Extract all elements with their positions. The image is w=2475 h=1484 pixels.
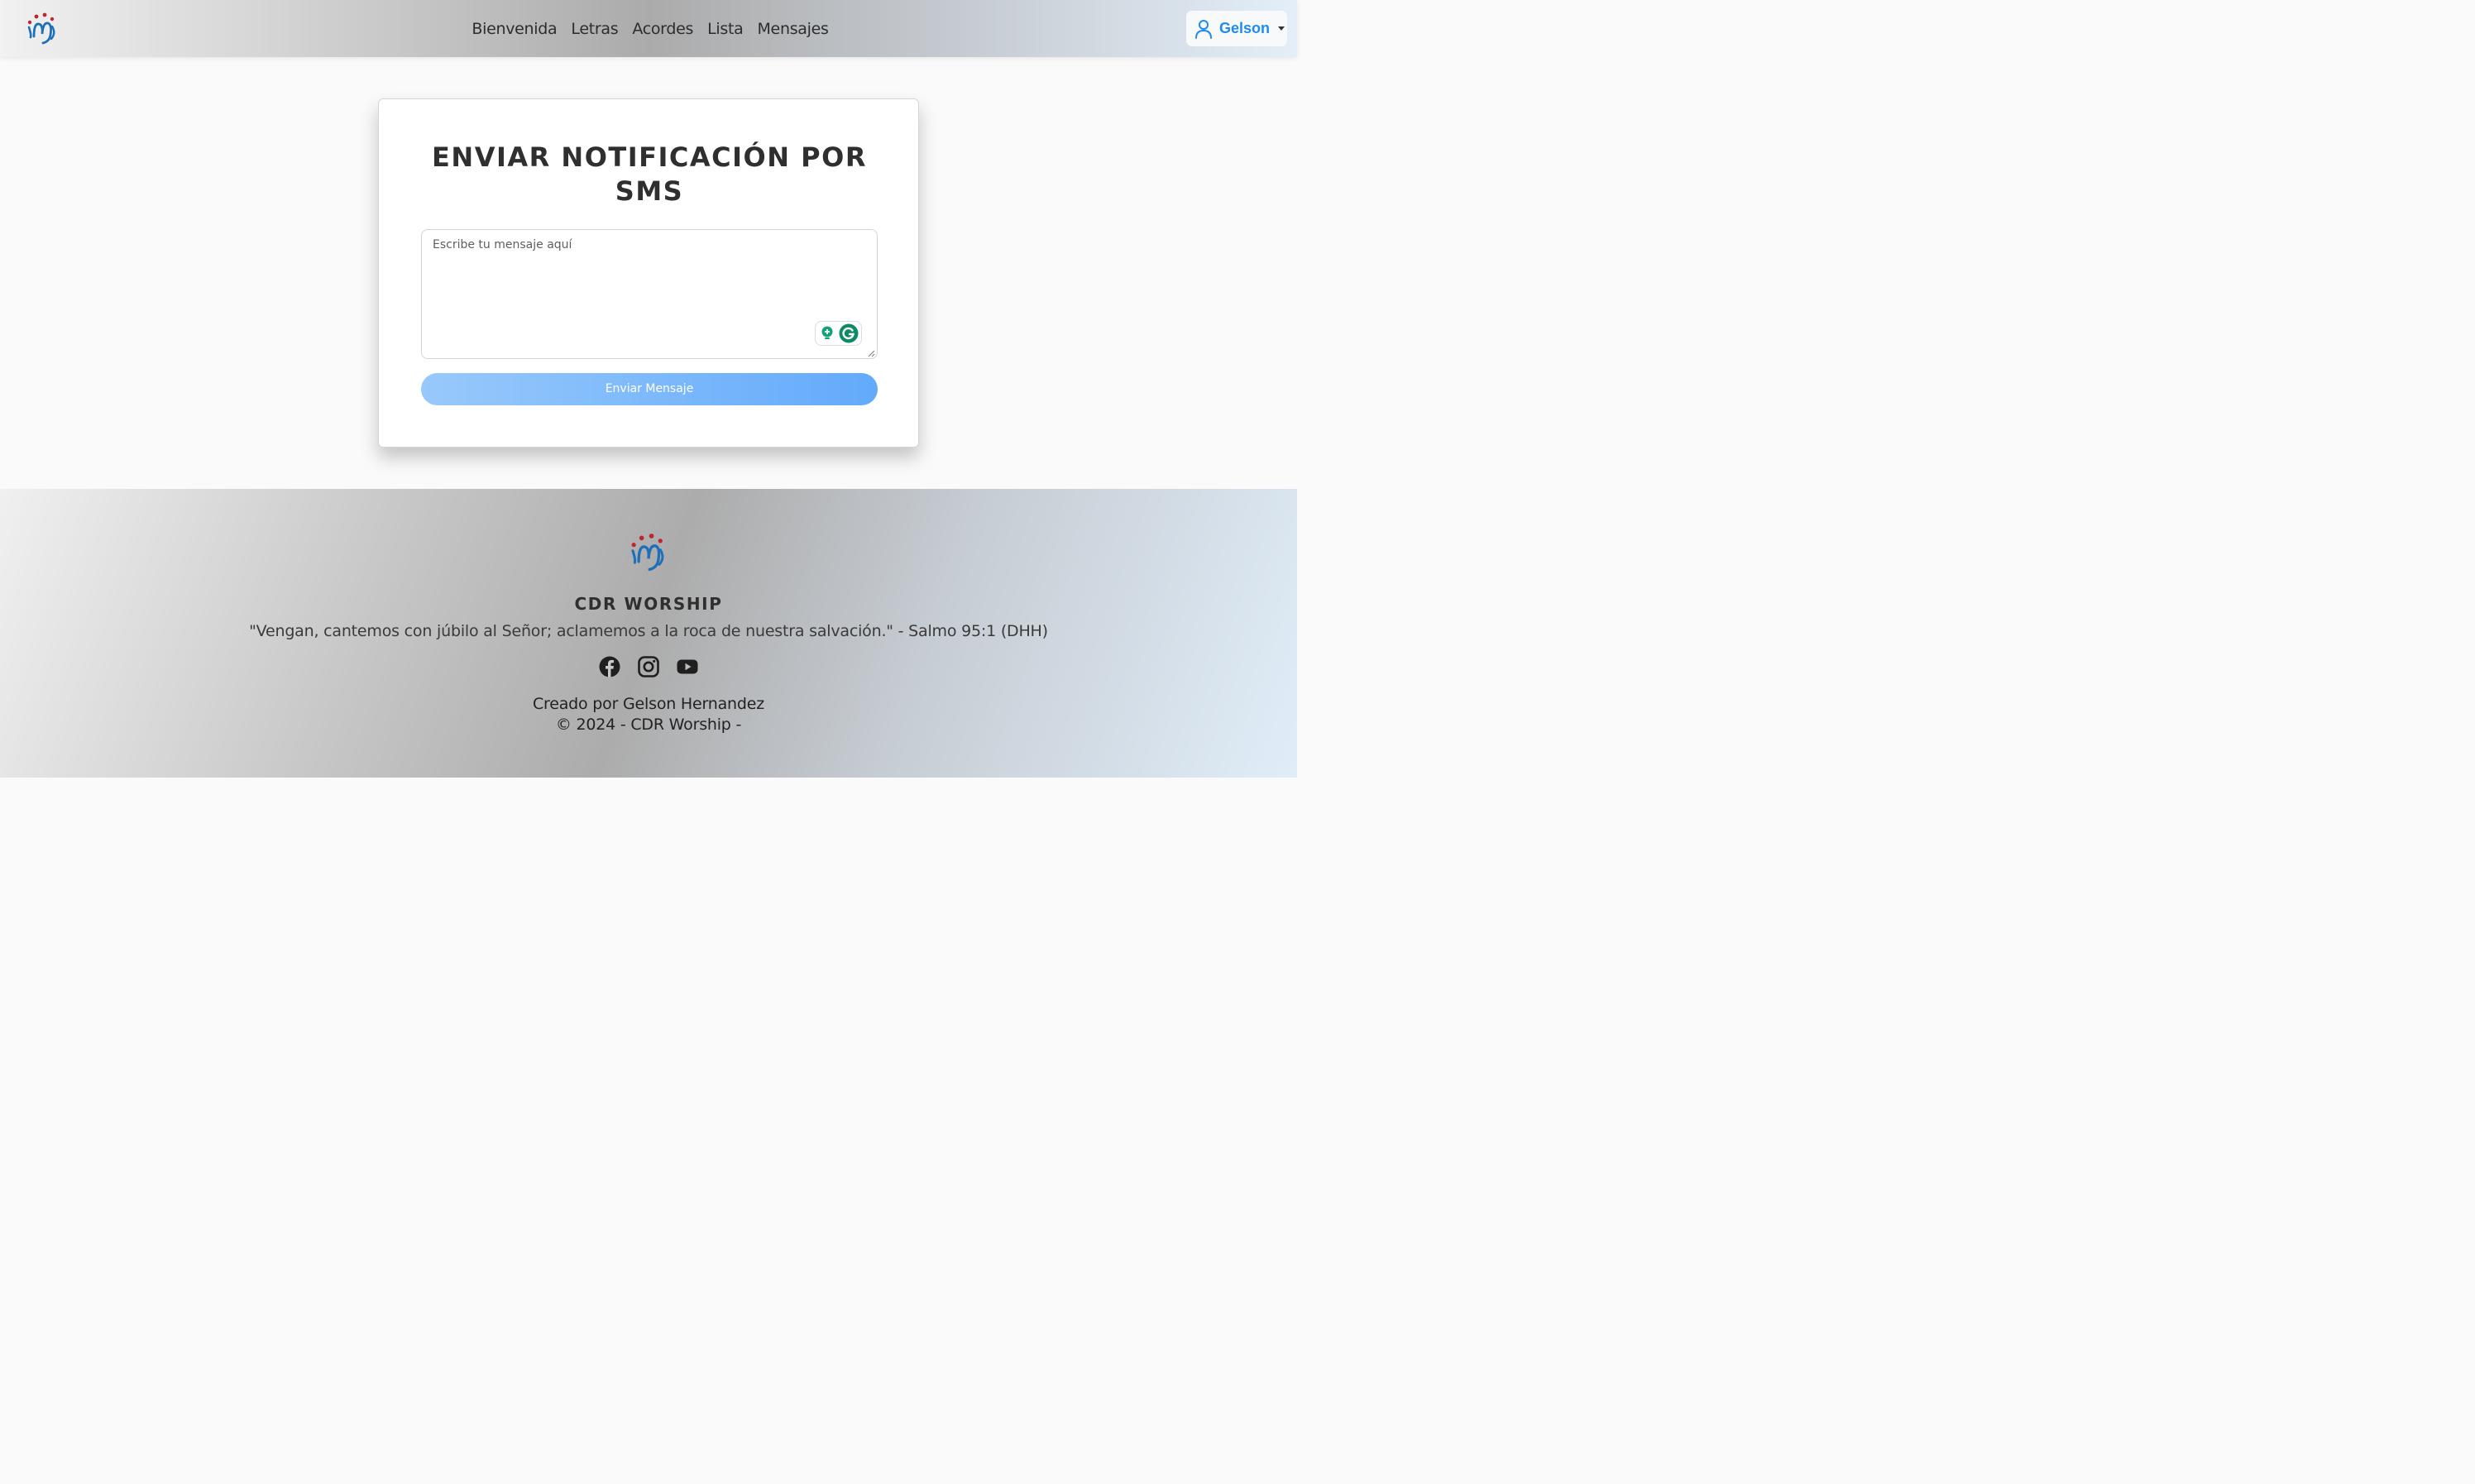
grammarly-icon [839,323,858,343]
footer-title: CDR WORSHIP [574,594,723,614]
instagram-icon[interactable] [638,656,659,677]
footer-credits: Creado por Gelson Hernandez © 2024 - CDR… [0,694,1297,735]
chevron-down-icon [1278,26,1285,31]
social-links [0,656,1297,679]
nav-link-letras[interactable]: Letras [571,20,618,38]
page-title: ENVIAR NOTIFICACIÓN POR SMS [432,141,867,207]
top-navbar: Bienvenida Letras Acordes Lista Mensajes… [0,0,1297,57]
nav-link-acordes[interactable]: Acordes [632,20,693,38]
message-textarea[interactable]: Escribe tu mensaje aquí [421,229,878,359]
send-message-button[interactable]: Enviar Mensaje [421,373,878,405]
footer-verse: "Vengan, cantemos con júbilo al Señor; a… [249,622,1048,640]
footer-copyright: © 2024 - CDR Worship - [555,716,742,734]
message-placeholder: Escribe tu mensaje aquí [433,238,572,251]
youtube-icon[interactable] [677,656,698,677]
nav-link-lista[interactable]: Lista [707,20,744,38]
resize-handle-icon[interactable] [867,349,875,357]
sms-card: ENVIAR NOTIFICACIÓN POR SMS Escribe tu m… [378,98,919,448]
grammarly-widget[interactable] [815,321,862,346]
footer-credit-author: Creado por Gelson Hernandez [532,695,765,713]
nav-link-mensajes[interactable]: Mensajes [757,20,828,38]
main-nav: Bienvenida Letras Acordes Lista Mensajes [0,0,1297,57]
facebook-icon[interactable] [599,656,620,677]
user-name: Gelson [1219,20,1271,36]
lightbulb-icon [821,326,832,339]
footer: CDR WORSHIP "Vengan, cantemos con júbilo… [0,489,1297,778]
user-menu-button[interactable]: Gelson [1186,11,1287,46]
user-icon [1195,19,1212,39]
cdr-logo-icon [631,534,664,572]
nav-link-bienvenida[interactable]: Bienvenida [472,20,557,38]
